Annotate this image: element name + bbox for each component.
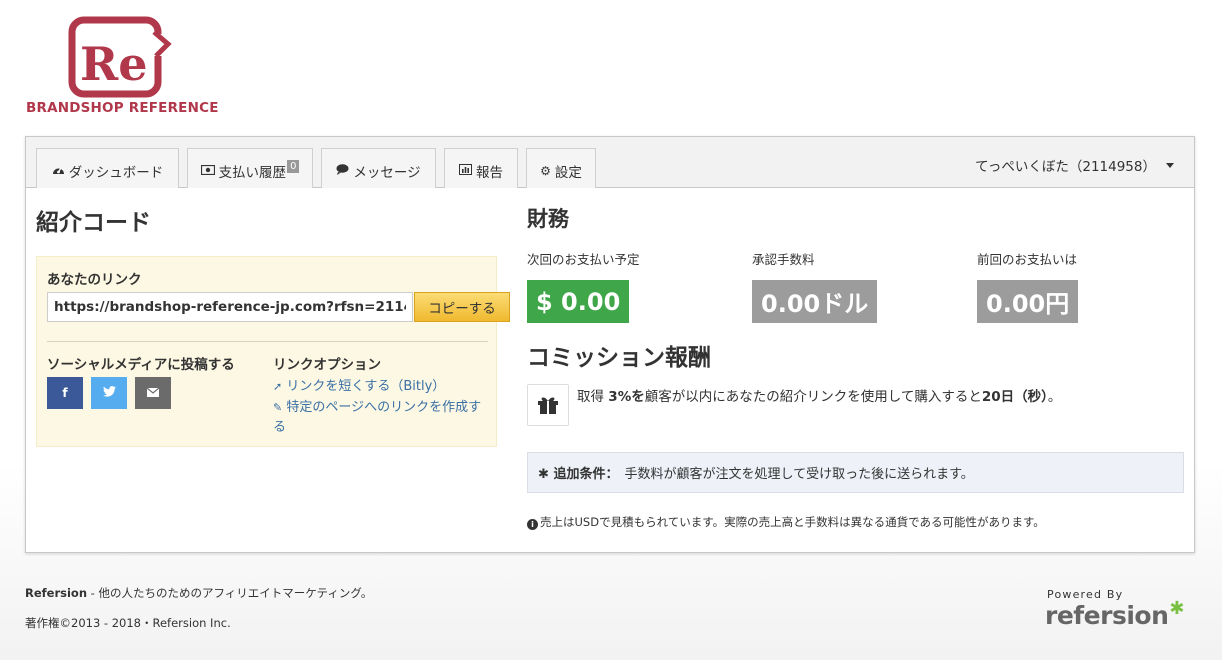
approved-commission-label: 承認手数料 [752, 252, 815, 267]
tab-reports-label: 報告 [476, 164, 503, 181]
link-options-label: リンクオプション [273, 357, 381, 373]
tab-dashboard[interactable]: ダッシュボード [36, 148, 179, 188]
money-icon [200, 164, 215, 178]
tab-dashboard-label: ダッシュボード [68, 164, 164, 181]
user-menu[interactable]: てっぺいくぼた（2114958） [975, 155, 1174, 175]
approved-commission-value: 0.00ドル [752, 280, 878, 323]
tab-payment-history-label: 支払い履歴 [218, 164, 287, 181]
copy-button[interactable]: コピーする [414, 292, 510, 322]
caret-down-icon [1166, 163, 1174, 168]
tab-payment-history[interactable]: 支払い履歴 0 [187, 148, 313, 188]
referral-link-input[interactable] [47, 292, 413, 322]
conditions-label: 追加条件： [553, 467, 619, 482]
commission-description: 取得 3%を顧客が以内にあなたの紹介リンクを使用して購入すると20日（秒）。 [577, 389, 1062, 405]
last-payment-label: 前回のお支払いは [977, 252, 1078, 267]
compress-icon: ➚ [273, 380, 283, 393]
tab-settings[interactable]: ⚙ 設定 [526, 148, 596, 188]
asterisk-icon: ✱ [538, 467, 549, 482]
envelope-icon [146, 386, 160, 400]
tab-messages[interactable]: メッセージ [321, 148, 436, 188]
footer-brand[interactable]: Refersion [25, 586, 87, 600]
divider [47, 341, 488, 342]
social-share-label: ソーシャルメディアに投稿する [47, 357, 235, 373]
twitter-icon [102, 386, 116, 400]
shorten-link-label: リンクを短くする（Bitly） [286, 379, 446, 394]
commission-heading: コミッション報酬 [527, 345, 711, 371]
referral-link-box: あなたのリンク コピーする ソーシャルメディアに投稿する リンクオプション f … [36, 256, 510, 447]
footer-copyright: 著作権©2013 - 2018・Refersion Inc. [25, 616, 231, 630]
currency-note: i 売上はUSDで見積もられています。実際の売上高と手数料は異なる通貨である可能性… [527, 514, 1045, 530]
last-payment-value: 0.00円 [977, 280, 1079, 323]
refersion-logo-text: refersion [1045, 601, 1169, 630]
dashboard-icon [52, 164, 65, 178]
logo-mark: Re [68, 16, 172, 98]
asterisk-logo-icon: ✱ [1169, 598, 1184, 619]
tab-settings-label: 設定 [554, 164, 582, 181]
payment-count-badge: 0 [287, 160, 300, 173]
dashboard-panel: ダッシュボード 支払い履歴 0 メッセージ 報告 ⚙ 設定 てっぺいくぼた（2114… [25, 136, 1195, 553]
conditions-text: 手数料が顧客が注文を処理して受け取った後に送られます。 [624, 467, 974, 482]
user-name: てっぺいくぼた（2114958） [975, 159, 1156, 175]
page-link-label: 特定のページへのリンクを作成する [273, 400, 482, 435]
comment-icon [336, 163, 349, 178]
additional-conditions: ✱ 追加条件： 手数料が顧客が注文を処理して受け取った後に送られます。 [527, 452, 1184, 493]
next-payment-label: 次回のお支払い予定 [527, 252, 640, 267]
info-icon: i [527, 519, 538, 530]
shorten-link-option[interactable]: ➚ リンクを短くする（Bitly） [273, 377, 445, 397]
footer-tagline-text: - 他の人たちのためのアフィリエイトマーケティング。 [87, 586, 373, 600]
gear-icon: ⚙ [540, 163, 551, 178]
twitter-share-button[interactable] [91, 377, 127, 409]
tab-reports[interactable]: 報告 [444, 148, 518, 188]
powered-by-label: Powered By [1047, 588, 1124, 601]
referral-heading: 紹介コード [36, 210, 151, 236]
refersion-logo[interactable]: refersion✱ [1045, 598, 1184, 630]
finance-heading: 財務 [527, 207, 569, 231]
next-payment-value: $ 0.00 [527, 280, 630, 323]
footer-tagline: Refersion - 他の人たちのためのアフィリエイトマーケティング。 [25, 585, 372, 601]
bar-chart-icon [459, 163, 472, 178]
logo-mark-text: Re [80, 37, 148, 91]
brand-logo[interactable]: Re BRANDSHOP REFERENCE [26, 16, 219, 118]
facebook-icon: f [62, 386, 68, 400]
gift-icon [527, 384, 569, 426]
logo-text: BRANDSHOP REFERENCE [26, 100, 219, 116]
tab-messages-label: メッセージ [353, 164, 421, 181]
email-share-button[interactable] [135, 377, 171, 409]
edit-icon: ✎ [273, 401, 283, 414]
facebook-share-button[interactable]: f [47, 377, 83, 409]
currency-note-text: 売上はUSDで見積もられています。実際の売上高と手数料は異なる通貨である可能性が… [540, 515, 1045, 529]
your-link-label: あなたのリンク [47, 272, 142, 288]
tab-bar: ダッシュボード 支払い履歴 0 メッセージ 報告 ⚙ 設定 てっぺいくぼた（2114… [26, 137, 1194, 188]
page-link-option[interactable]: ✎ 特定のページへのリンクを作成する [273, 398, 493, 438]
